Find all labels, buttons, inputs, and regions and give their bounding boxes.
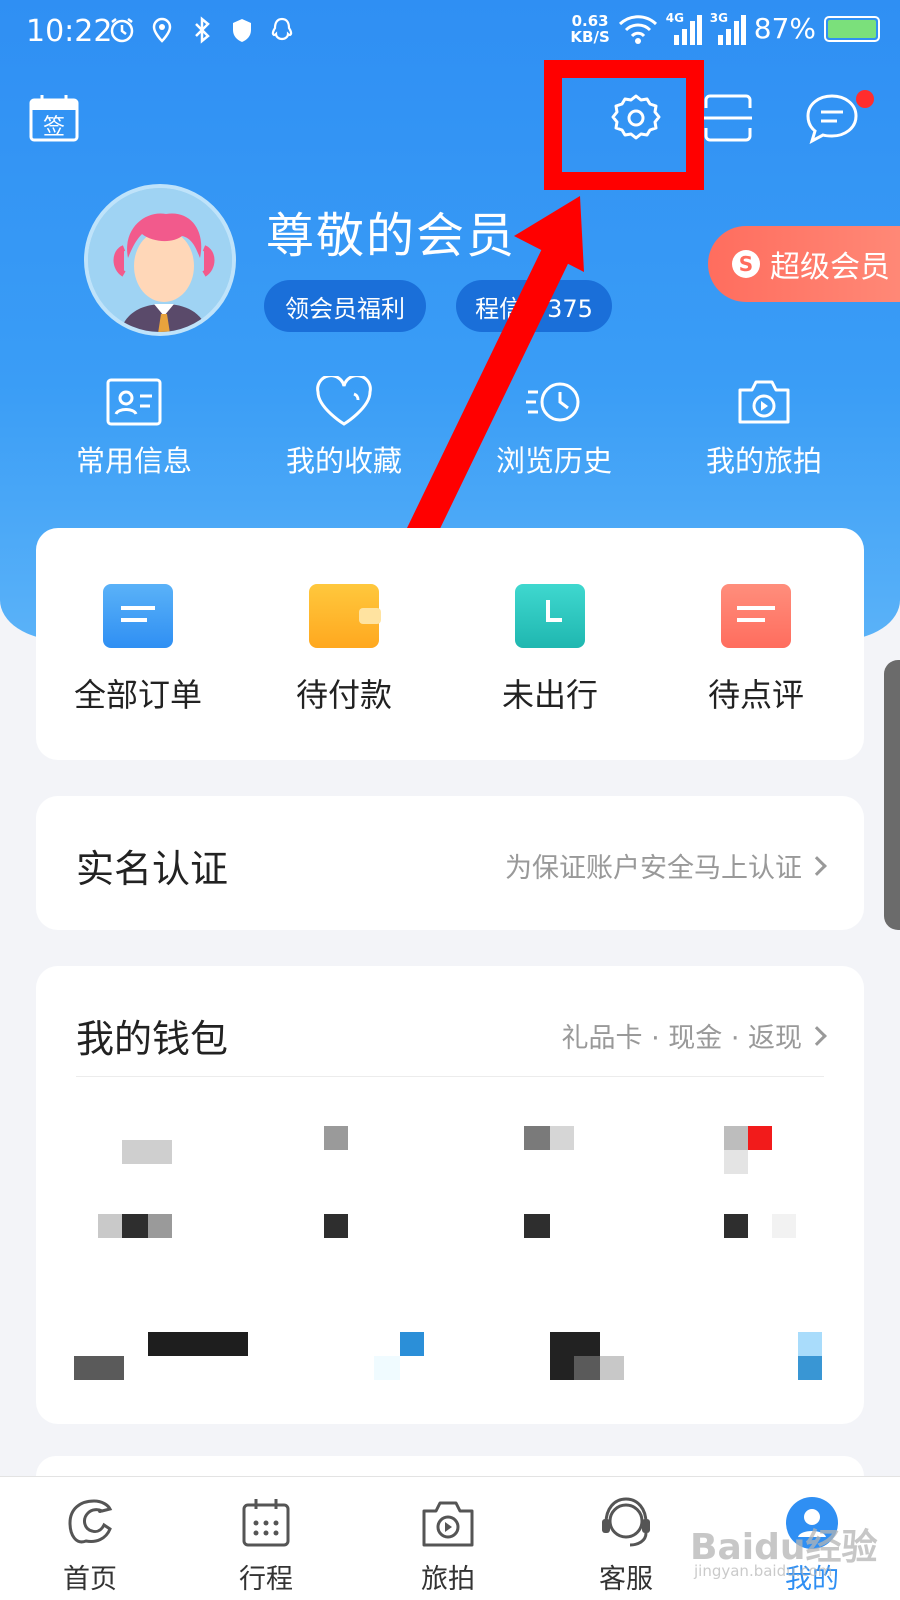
id-card-icon [106, 378, 162, 426]
customer-service-icon [602, 1497, 650, 1547]
order-upcoming[interactable]: 未出行 [450, 584, 650, 716]
wallet-icon [309, 584, 381, 648]
home-dolphin-icon [68, 1499, 113, 1544]
quick-link-label: 我的收藏 [285, 444, 402, 478]
super-member-badge[interactable]: S 超级会员 [708, 226, 900, 302]
sign-in-calendar-icon[interactable]: 签 [26, 90, 82, 146]
location-icon [152, 17, 172, 43]
chevron-right-icon [807, 1025, 827, 1046]
status-bar: 10:22 0.63 KB/S 4G 3G 87% [0, 0, 900, 64]
order-pending-review[interactable]: 待点评 [656, 584, 856, 716]
signal-3g-icon: 3G [710, 11, 746, 45]
order-all[interactable]: 全部订单 [38, 584, 238, 716]
order-label: 待点评 [707, 676, 804, 714]
network-speed: 0.63 KB/S [570, 11, 610, 46]
order-pending-payment[interactable]: 待付款 [244, 584, 444, 716]
tab-travel-photos[interactable]: 旅拍 [388, 1493, 508, 1596]
member-benefit-pill[interactable]: 领会员福利 [264, 280, 426, 332]
tab-label: 客服 [599, 1564, 653, 1595]
username: 尊敬的会员 [266, 208, 517, 264]
shield-icon [233, 19, 251, 42]
all-orders-icon [103, 584, 173, 648]
signal-4g-icon: 4G [666, 11, 702, 45]
chevron-right-icon [807, 855, 827, 876]
battery-icon [824, 15, 880, 42]
wallet-subtitle[interactable]: 礼品卡 · 现金 · 返现 [562, 1016, 827, 1055]
verification-subtitle: 为保证账户安全马上认证 [505, 846, 827, 885]
history-clock-icon [526, 382, 580, 422]
quick-link-common-info[interactable]: 常用信息 [44, 376, 224, 480]
side-scroll-handle[interactable] [884, 660, 900, 930]
itinerary-calendar-icon [242, 1499, 290, 1547]
message-icon[interactable] [804, 90, 860, 146]
wifi-icon [618, 14, 657, 44]
tab-itinerary[interactable]: 行程 [206, 1493, 326, 1596]
travel-camera-icon [422, 1501, 474, 1547]
credit-points-pill[interactable]: 程信分375 [456, 280, 612, 332]
settings-highlight-box [544, 60, 704, 190]
quick-link-label: 常用信息 [75, 444, 192, 478]
wallet-card: 我的钱包 礼品卡 · 现金 · 返现 [36, 966, 864, 1424]
super-member-label: 超级会员 [770, 250, 890, 285]
vip-s-icon: S [732, 250, 760, 278]
scan-icon[interactable] [700, 90, 756, 146]
quick-link-label: 我的旅拍 [705, 444, 822, 478]
comment-icon [721, 584, 791, 648]
status-left-icons [108, 16, 296, 44]
tab-label: 旅拍 [421, 1564, 475, 1595]
wallet-title: 我的钱包 [76, 1017, 229, 1061]
quick-link-travel-photos[interactable]: 我的旅拍 [674, 376, 854, 480]
heart-icon [316, 376, 372, 426]
orders-card: 全部订单 待付款 未出行 待点评 [36, 528, 864, 760]
bluetooth-icon [195, 16, 210, 44]
battery-percent: 87% [753, 12, 816, 45]
qq-icon [271, 17, 293, 41]
alarm-icon [110, 18, 134, 43]
avatar[interactable] [84, 184, 236, 336]
order-label: 全部订单 [73, 676, 202, 714]
sign-in-label: 签 [43, 115, 65, 140]
verification-title: 实名认证 [76, 847, 229, 891]
wallet-divider [76, 1076, 824, 1077]
camera-icon [738, 380, 790, 424]
real-name-verification-card[interactable]: 实名认证 为保证账户安全马上认证 [36, 796, 864, 930]
status-right: 0.63 KB/S 4G 3G 87% [570, 11, 880, 46]
order-label: 未出行 [501, 676, 598, 714]
tab-home[interactable]: 首页 [30, 1493, 150, 1596]
clock-icon [515, 584, 585, 648]
quick-link-history[interactable]: 浏览历史 [464, 376, 644, 480]
unread-dot [856, 90, 874, 108]
quick-link-favorites[interactable]: 我的收藏 [254, 376, 434, 480]
watermark-url: jingyan.baidu.com [694, 1562, 833, 1580]
quick-link-label: 浏览历史 [495, 444, 612, 478]
tab-label: 首页 [63, 1564, 117, 1595]
status-time: 10:22 [26, 14, 113, 49]
tab-customer-service[interactable]: 客服 [566, 1493, 686, 1596]
tab-label: 行程 [239, 1564, 293, 1595]
order-label: 待付款 [295, 676, 392, 714]
